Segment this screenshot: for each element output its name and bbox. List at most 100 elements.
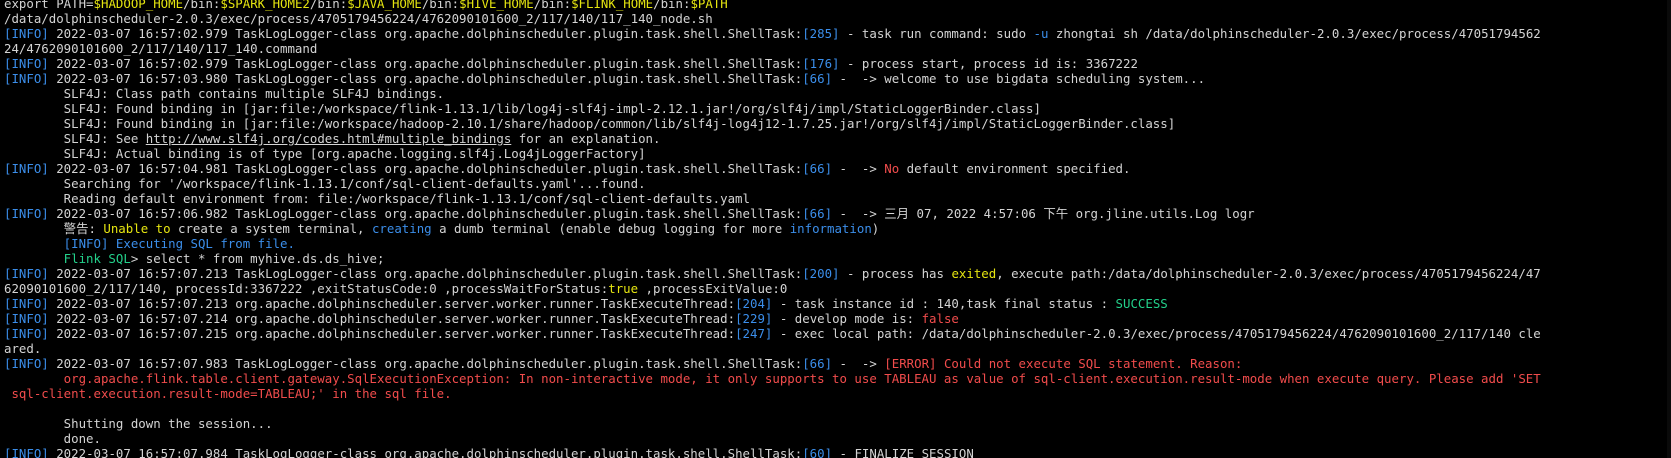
log-line: [INFO] Executing SQL from file. bbox=[4, 236, 1669, 251]
log-text: [INFO] bbox=[4, 266, 49, 281]
log-line: [INFO] 2022-03-07 16:57:02.979 TaskLogLo… bbox=[4, 26, 1669, 41]
log-line: 警告: Unable to create a system terminal, … bbox=[4, 221, 1669, 236]
log-text: - exec local path: /data/dolphinschedule… bbox=[772, 326, 1541, 341]
log-line: Reading default environment from: file:/… bbox=[4, 191, 1669, 206]
log-text: $JAVA_HOME bbox=[347, 0, 422, 11]
log-text: [66] bbox=[802, 356, 833, 371]
log-text: SLF4J: Class path contains multiple SLF4… bbox=[4, 86, 445, 101]
log-line: [INFO] 2022-03-07 16:57:07.215 org.apach… bbox=[4, 326, 1669, 341]
log-line: /data/dolphinscheduler-2.0.3/exec/proces… bbox=[4, 11, 1669, 26]
log-text: [INFO] bbox=[4, 356, 49, 371]
log-text: 2022-03-07 16:57:02.979 TaskLogLogger-cl… bbox=[48, 56, 803, 71]
log-line: SLF4J: Actual binding is of type [org.ap… bbox=[4, 146, 1669, 161]
log-line: Shutting down the session... bbox=[4, 416, 1669, 431]
log-line: [INFO] 2022-03-07 16:57:06.982 TaskLogLo… bbox=[4, 206, 1669, 221]
log-text: /bin: bbox=[309, 0, 348, 11]
log-line: SLF4J: Class path contains multiple SLF4… bbox=[4, 86, 1669, 101]
log-text: - -> bbox=[832, 161, 885, 176]
log-text: [200] bbox=[802, 266, 840, 281]
log-text: 2022-03-07 16:57:04.981 TaskLogLogger-cl… bbox=[48, 161, 803, 176]
log-text: exited bbox=[951, 266, 997, 281]
log-text: SUCCESS bbox=[1115, 296, 1168, 311]
log-line: [INFO] 2022-03-07 16:57:07.214 org.apach… bbox=[4, 311, 1669, 326]
log-text: Unable to bbox=[103, 221, 171, 236]
terminal-window[interactable]: export PATH=$HADOOP_HOME/bin:$SPARK_HOME… bbox=[0, 0, 1671, 458]
log-text: - task instance id : 140,task final stat… bbox=[772, 296, 1116, 311]
log-text: 2022-03-07 16:57:07.214 org.apache.dolph… bbox=[48, 311, 736, 326]
log-text: [INFO] bbox=[4, 56, 49, 71]
log-text: - -> welcome to use bigdata scheduling s… bbox=[832, 71, 1206, 86]
log-line: 24/4762090101600_2/117/140/117_140.comma… bbox=[4, 41, 1669, 56]
log-text: ) bbox=[871, 221, 880, 236]
log-text: /bin: bbox=[183, 0, 221, 11]
log-text: - develop mode is: bbox=[772, 311, 922, 326]
log-text: [66] bbox=[802, 161, 833, 176]
log-text: 2022-03-07 16:57:07.213 org.apache.dolph… bbox=[48, 296, 736, 311]
log-line: [INFO] 2022-03-07 16:57:07.983 TaskLogLo… bbox=[4, 356, 1669, 371]
log-line: SLF4J: Found binding in [jar:file:/works… bbox=[4, 116, 1669, 131]
log-text: , execute path:/data/dolphinscheduler-2.… bbox=[996, 266, 1541, 281]
log-line: done. bbox=[4, 431, 1669, 446]
log-text: for an explanation. bbox=[511, 131, 661, 146]
log-line: Flink SQL> select * from myhive.ds.ds_hi… bbox=[4, 251, 1669, 266]
log-line: Searching for '/workspace/flink-1.13.1/c… bbox=[4, 176, 1669, 191]
log-text: 2022-03-07 16:57:07.215 org.apache.dolph… bbox=[48, 326, 736, 341]
log-text: sql-client.execution.result-mode=TABLEAU… bbox=[4, 386, 452, 401]
log-text: SLF4J: Found binding in [jar:file:/works… bbox=[4, 101, 1041, 116]
log-line: [INFO] 2022-03-07 16:57:04.981 TaskLogLo… bbox=[4, 161, 1669, 176]
log-text: [ERROR] Could not execute SQL statement.… bbox=[884, 356, 1243, 371]
log-text: - -> 三月 07, 2022 4:57:06 下午 org.jline.ut… bbox=[832, 206, 1255, 221]
log-line: SLF4J: See http://www.slf4j.org/codes.ht… bbox=[4, 131, 1669, 146]
log-text: [INFO] bbox=[4, 26, 49, 41]
log-text: SLF4J: Actual binding is of type [org.ap… bbox=[4, 146, 646, 161]
log-text: /bin: bbox=[533, 0, 572, 11]
log-line: [INFO] 2022-03-07 16:57:07.213 TaskLogLo… bbox=[4, 266, 1669, 281]
log-text: true bbox=[608, 281, 639, 296]
log-text: 2022-03-07 16:57:03.980 TaskLogLogger-cl… bbox=[48, 71, 803, 86]
log-text: SLF4J: See bbox=[4, 131, 146, 146]
log-text: 2022-03-07 16:57:07.984 TaskLogLogger-cl… bbox=[48, 446, 803, 458]
log-text: $PATH bbox=[690, 0, 728, 11]
log-text: [66] bbox=[802, 71, 833, 86]
log-text: /bin: bbox=[653, 0, 691, 11]
log-text: 警告: bbox=[4, 221, 104, 236]
log-text: Searching for '/workspace/flink-1.13.1/c… bbox=[4, 176, 646, 191]
log-text: [247] bbox=[735, 326, 773, 341]
log-text: $SPARK_HOME2 bbox=[220, 0, 310, 11]
log-text: [INFO] bbox=[4, 161, 49, 176]
log-line: org.apache.flink.table.client.gateway.Sq… bbox=[4, 371, 1669, 386]
log-text: done. bbox=[4, 431, 101, 446]
log-text: /data/dolphinscheduler-2.0.3/exec/proces… bbox=[4, 11, 713, 26]
log-text: [INFO] Executing SQL from file. bbox=[4, 236, 295, 251]
log-text: [60] bbox=[802, 446, 833, 458]
log-text: [INFO] bbox=[4, 326, 49, 341]
log-text: $HIVE_HOME bbox=[459, 0, 534, 11]
log-text: [INFO] bbox=[4, 206, 49, 221]
log-text: export PATH= bbox=[4, 0, 94, 11]
log-text: 24/4762090101600_2/117/140/117_140.comma… bbox=[4, 41, 318, 56]
log-text: [285] bbox=[802, 26, 840, 41]
log-text: - FINALIZE_SESSION bbox=[832, 446, 974, 458]
log-text: default environment specified. bbox=[899, 161, 1131, 176]
log-line: sql-client.execution.result-mode=TABLEAU… bbox=[4, 386, 1669, 401]
log-text: Shutting down the session... bbox=[4, 416, 273, 431]
log-text: create a system terminal, bbox=[170, 221, 372, 236]
log-text: creating bbox=[371, 221, 432, 236]
terminal-scrollbar[interactable] bbox=[1667, 0, 1671, 458]
log-line: [INFO] 2022-03-07 16:57:02.979 TaskLogLo… bbox=[4, 56, 1669, 71]
log-line: [INFO] 2022-03-07 16:57:07.984 TaskLogLo… bbox=[4, 446, 1669, 458]
log-text: > select * from myhive.ds.ds_hive; bbox=[130, 251, 385, 266]
log-text: [66] bbox=[802, 206, 833, 221]
log-text: 2022-03-07 16:57:07.983 TaskLogLogger-cl… bbox=[48, 356, 803, 371]
log-line: 62090101600_2/117/140, processId:3367222… bbox=[4, 281, 1669, 296]
log-text: [229] bbox=[735, 311, 773, 326]
log-line: [INFO] 2022-03-07 16:57:07.213 org.apach… bbox=[4, 296, 1669, 311]
log-text: 2022-03-07 16:57:06.982 TaskLogLogger-cl… bbox=[48, 206, 803, 221]
log-text: ,processExitValue:0 bbox=[638, 281, 788, 296]
log-text: [INFO] bbox=[4, 446, 49, 458]
log-text: /bin: bbox=[421, 0, 460, 11]
log-text: Flink SQL bbox=[4, 251, 131, 266]
log-line: SLF4J: Found binding in [jar:file:/works… bbox=[4, 101, 1669, 116]
log-link[interactable]: http://www.slf4j.org/codes.html#multiple… bbox=[146, 131, 512, 146]
log-text: zhongtai sh /data/dolphinscheduler-2.0.3… bbox=[1048, 26, 1541, 41]
